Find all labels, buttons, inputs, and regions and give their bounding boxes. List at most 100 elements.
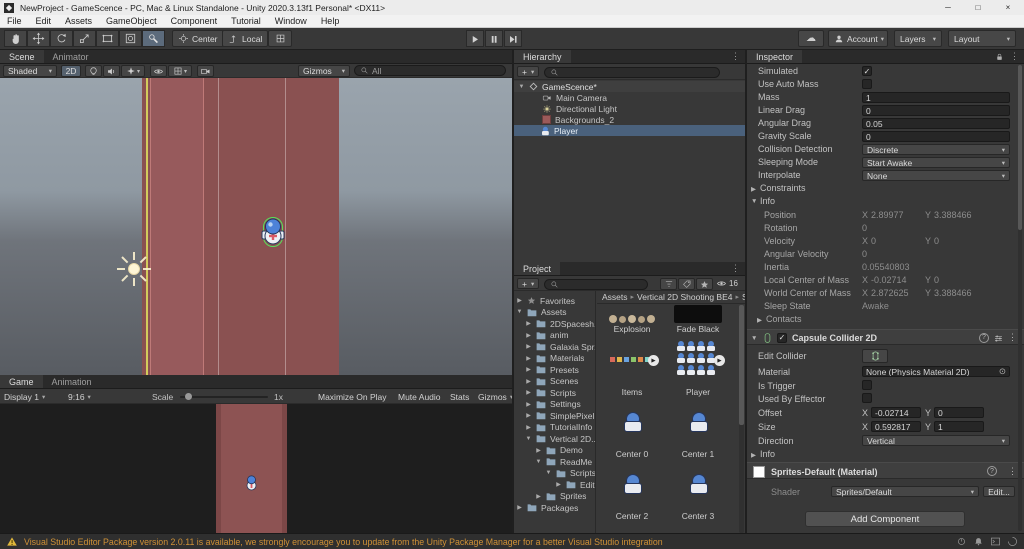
maximize-on-play-button[interactable]: Maximize On Play [318,390,387,403]
collab-cloud-button[interactable]: ☁ [798,30,824,47]
fold-icon[interactable]: ▶ [525,401,532,408]
stats-button[interactable]: Stats [450,390,469,403]
use-auto-mass-checkbox[interactable] [862,79,872,89]
tree-item-sprites[interactable]: ▶ Sprites [514,491,595,502]
asset-label[interactable]: Explosion [599,324,665,334]
search-by-type-button[interactable] [660,278,677,290]
tree-item-editor[interactable]: ▶ Edit... [514,479,595,490]
linear-drag-field[interactable]: 0 [862,105,1010,116]
shader-dropdown[interactable]: Sprites/Default ▾ [831,486,979,497]
effects-dropdown[interactable]: ▾ [121,65,145,77]
tree-item-assets[interactable]: ▼ Assets [514,307,595,318]
add-component-button[interactable]: Add Component [805,511,965,527]
fold-icon[interactable]: ▶ [525,378,532,385]
tree-item-presets[interactable]: ▶ Presets [514,364,595,375]
save-search-button[interactable] [696,278,713,290]
scene-visibility-toggle[interactable] [150,65,167,77]
tree-item-galaxia[interactable]: ▶ Galaxia Spr... [514,341,595,352]
collision-detection-dropdown[interactable]: Discrete ▾ [862,144,1010,155]
direction-dropdown[interactable]: Vertical ▾ [862,435,1010,446]
player-sprite[interactable] [259,215,287,249]
2d-toggle[interactable]: 2D [61,65,81,77]
fold-icon[interactable]: ▼ [518,84,525,90]
search-by-label-button[interactable] [678,278,695,290]
tree-item-scenes[interactable]: ▶ Scenes [514,376,595,387]
material-header[interactable]: Sprites-Default (Material) ? ⋮ [747,462,1024,479]
menu-edit[interactable]: Edit [29,16,59,26]
menu-component[interactable]: Component [164,16,225,26]
kebab-icon[interactable]: ⋮ [1008,466,1017,477]
gravity-scale-field[interactable]: 0 [862,131,1010,142]
menu-tutorial[interactable]: Tutorial [224,16,268,26]
gizmos-dropdown[interactable]: Gizmos ▾ [298,65,350,77]
fold-icon[interactable]: ▶ [751,185,756,193]
tree-item-settings[interactable]: ▶ Settings [514,399,595,410]
hierarchy-item-main-camera[interactable]: Main Camera [514,92,745,103]
asset-thumb-center1[interactable] [674,398,722,448]
constraints-foldout[interactable]: Constraints [760,183,806,193]
kebab-icon[interactable]: ⋮ [1010,51,1019,62]
tree-item-tutorialinfo[interactable]: ▶ TutorialInfo [514,422,595,433]
layers-dropdown[interactable]: Layers ▾ [894,30,942,47]
draw-mode-dropdown[interactable]: Shaded ▾ [3,65,57,77]
pause-button[interactable] [485,30,503,47]
object-picker-icon[interactable]: ⊙ [999,367,1006,376]
tab-animation[interactable]: Animation [43,375,101,388]
fold-icon[interactable]: ▶ [525,320,532,327]
hierarchy-search-input[interactable] [544,66,720,78]
fold-icon[interactable]: ▶ [751,451,756,459]
kebab-icon[interactable]: ⋮ [1008,332,1017,343]
simulated-checkbox[interactable]: ✓ [862,66,872,76]
transform-tool-button[interactable] [119,30,142,47]
asset-thumb-center3[interactable] [674,460,722,510]
menu-assets[interactable]: Assets [58,16,99,26]
tree-item-favorites[interactable]: ▶ Favorites [514,295,595,306]
pivot-center-button[interactable]: Center [172,30,224,47]
scale-slider-handle[interactable] [185,393,192,400]
menu-gameobject[interactable]: GameObject [99,16,164,26]
fold-icon[interactable]: ▼ [545,470,552,476]
asset-label[interactable]: Items [599,387,665,397]
panel-splitter[interactable] [745,50,747,533]
asset-thumb-fade-black[interactable] [674,305,722,323]
scale-tool-button[interactable] [73,30,96,47]
kebab-icon[interactable]: ⋮ [731,51,740,62]
shader-edit-button[interactable]: Edit... [983,486,1015,497]
tree-item-readme[interactable]: ▼ ReadMe [514,456,595,467]
size-x-field[interactable]: 0.592817 [871,421,921,432]
hierarchy-item-directional-light[interactable]: Directional Light [514,103,745,114]
spritesheet-expand-icon[interactable]: ▶ [648,355,659,366]
aspect-dropdown[interactable]: 9:16 ▾ [68,390,91,403]
lock-icon[interactable] [995,52,1004,62]
asset-label[interactable]: Center 3 [665,511,731,521]
hierarchy-item-player[interactable]: Player [514,125,745,136]
fold-icon[interactable]: ▼ [516,309,523,315]
fold-icon[interactable]: ▼ [535,459,542,465]
asset-thumb-explosion[interactable] [608,305,656,323]
asset-thumb-center0[interactable] [608,398,656,448]
interpolate-dropdown[interactable]: None ▾ [862,170,1010,181]
fold-icon[interactable]: ▶ [525,343,532,350]
fold-icon[interactable]: ▶ [535,493,542,500]
asset-thumb-center2[interactable] [608,460,656,510]
fold-icon[interactable]: ▶ [525,366,532,373]
info-foldout[interactable]: Info [760,196,775,206]
fold-icon[interactable]: ▶ [525,355,532,362]
kebab-icon[interactable]: ⋮ [731,263,740,274]
help-icon[interactable]: ? [979,332,989,343]
preset-icon[interactable] [993,333,1004,344]
tree-item-demo[interactable]: ▶ Demo [514,445,595,456]
rect-tool-button[interactable] [96,30,119,47]
play-button[interactable] [466,30,484,47]
hierarchy-scene-row[interactable]: ▼ GameScence* [514,81,745,92]
account-dropdown[interactable]: Account ▾ [828,30,888,47]
asset-label[interactable]: Player [665,387,731,397]
asset-label[interactable]: Fade Black [665,324,731,334]
tab-project[interactable]: Project [514,262,561,275]
status-message[interactable]: Visual Studio Editor Package version 2.0… [24,537,663,547]
breadcrumb-folder[interactable]: Vertical 2D Shooting BE4 [637,292,732,302]
move-tool-button[interactable] [27,30,50,47]
fold-icon[interactable]: ▶ [525,424,532,431]
help-icon[interactable]: ? [987,466,997,476]
offset-x-field[interactable]: -0.02714 [871,407,921,418]
